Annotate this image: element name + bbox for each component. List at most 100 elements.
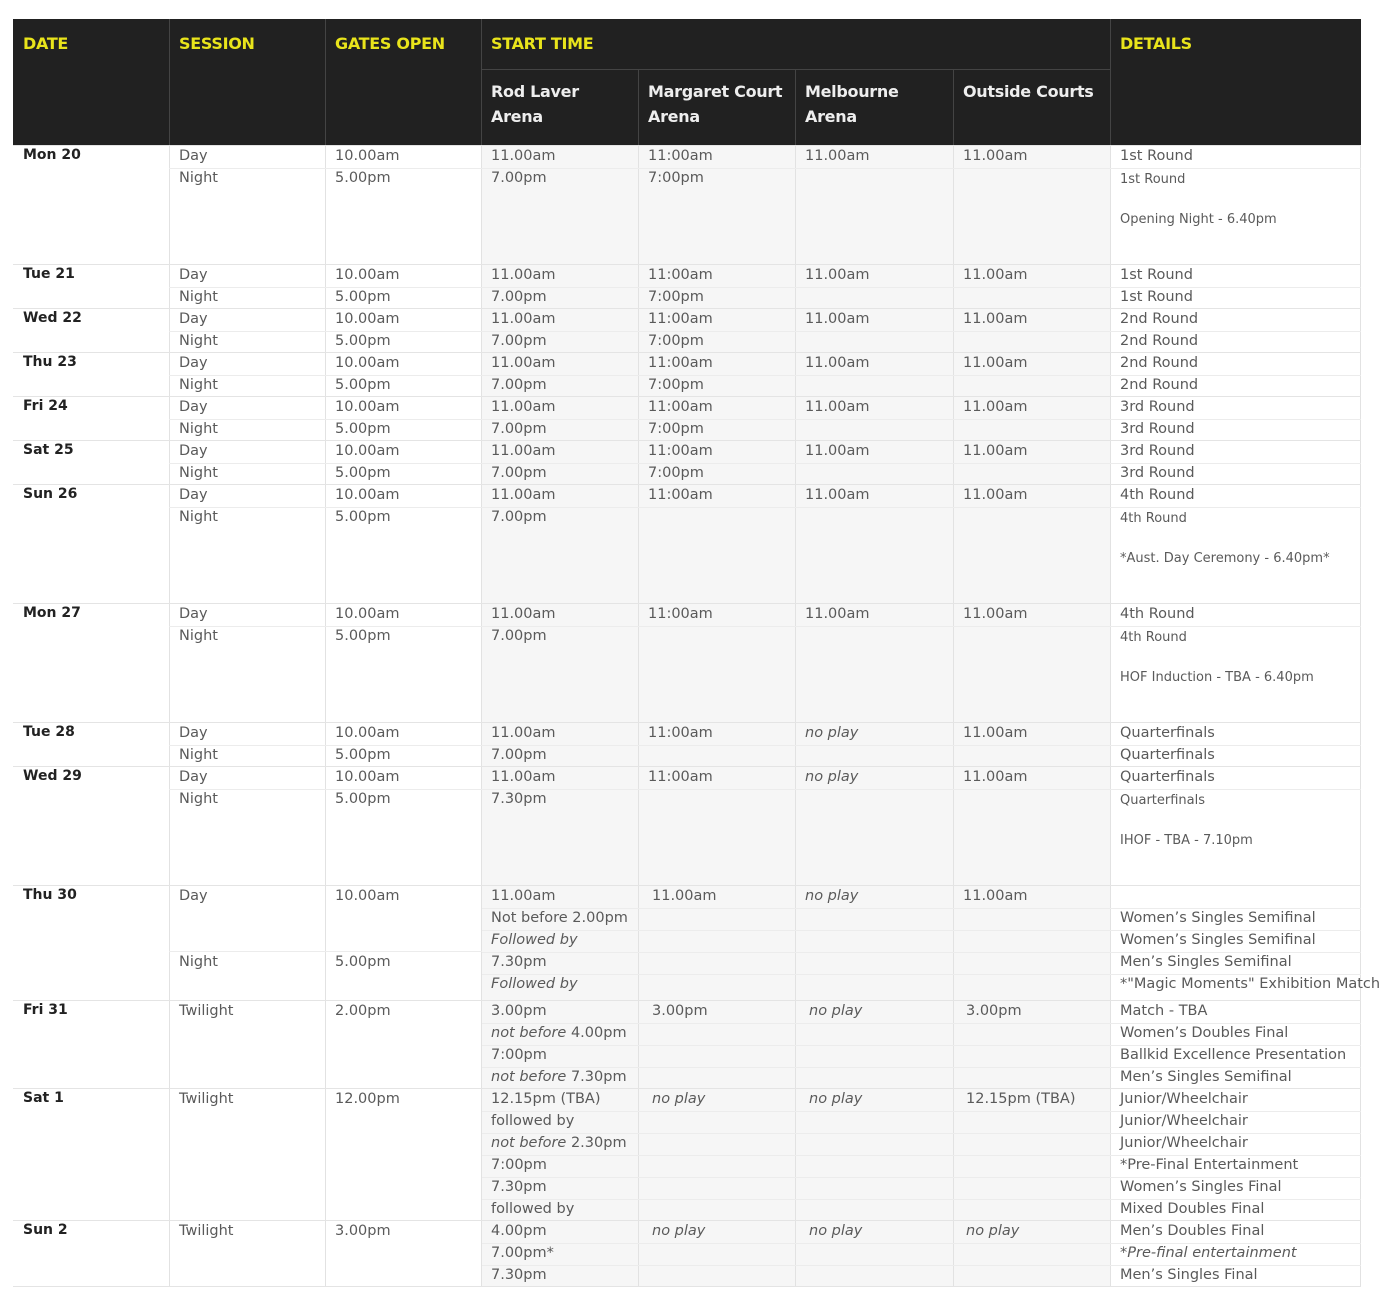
table-row: Tue 21 Day 10.00am 11.00am 11:00am 11.00am 11.… xyxy=(13,264,1361,309)
session-cell: Twilight xyxy=(179,1091,234,1107)
gates-open-cell: 5.00pm xyxy=(335,954,391,970)
date-cell: Sun 2 xyxy=(23,1222,68,1238)
court-rod-laver: Rod Laver Arena xyxy=(491,82,579,126)
table-row: Mon 20 Day 10.00am 11.00am 11:00am 11.00am 11.… xyxy=(13,145,1361,265)
rod-laver-time: 11.00am xyxy=(491,888,556,904)
details-cell: Mixed Doubles Final xyxy=(1120,1201,1265,1217)
session-cell: Night xyxy=(179,377,218,393)
date-cell: Mon 20 xyxy=(23,147,81,163)
rod-laver-time: 11.00am xyxy=(491,267,556,283)
table-row: Fri 24 Day 10.00am 11.00am 11:00am 11.00am 11.… xyxy=(13,396,1361,441)
details-cell: 1st Round xyxy=(1120,148,1193,164)
details-cell: IHOF - TBA - 7.10pm xyxy=(1120,833,1253,848)
details-cell: 2nd Round xyxy=(1120,333,1199,349)
outside-courts-time: 11.00am xyxy=(963,311,1028,327)
margaret-court-time: no play xyxy=(652,1223,706,1239)
session-cell: Day xyxy=(179,443,208,459)
session-cell: Day xyxy=(179,888,208,904)
session-cell: Night xyxy=(179,289,218,305)
details-cell: 3rd Round xyxy=(1120,465,1195,481)
gates-open-cell: 10.00am xyxy=(335,725,400,741)
melbourne-arena-time: 11.00am xyxy=(805,443,870,459)
table-row: Sat 25 Day 10.00am 11.00am 11:00am 11.00am 11.… xyxy=(13,440,1361,485)
rod-laver-time: 7.00pm xyxy=(491,333,547,349)
outside-courts-time: 11.00am xyxy=(963,443,1028,459)
margaret-court-time: 7:00pm xyxy=(648,377,704,393)
melbourne-arena-time: 11.00am xyxy=(805,399,870,415)
gates-open-cell: 10.00am xyxy=(335,443,400,459)
outside-courts-time: 11.00am xyxy=(963,148,1028,164)
session-cell: Day xyxy=(179,399,208,415)
margaret-court-time: no play xyxy=(652,1091,706,1107)
details-cell: Quarterfinals xyxy=(1120,793,1206,808)
session-cell: Day xyxy=(179,311,208,327)
melbourne-arena-time: 11.00am xyxy=(805,355,870,371)
not-before-label: not before xyxy=(491,1069,571,1085)
session-cell: Day xyxy=(179,725,208,741)
date-cell: Wed 29 xyxy=(23,768,82,784)
gates-open-cell: 5.00pm xyxy=(335,377,391,393)
gates-open-cell: 12.00pm xyxy=(335,1091,400,1107)
date-cell: Mon 27 xyxy=(23,605,81,621)
details-cell: 2nd Round xyxy=(1120,311,1199,327)
rod-laver-time: 11.00am xyxy=(491,148,556,164)
date-cell: Sat 25 xyxy=(23,442,74,458)
melbourne-arena-time: no play xyxy=(805,888,859,904)
rod-laver-time: 3.00pm xyxy=(491,1003,547,1019)
header-start-time: START TIME xyxy=(491,34,594,53)
details-cell: Match - TBA xyxy=(1120,1003,1208,1019)
gates-open-cell: 5.00pm xyxy=(335,333,391,349)
margaret-court-time: 11:00am xyxy=(648,606,713,622)
margaret-court-time: 7:00pm xyxy=(648,170,704,186)
melbourne-arena-time: 11.00am xyxy=(805,148,870,164)
details-cell: 2nd Round xyxy=(1120,355,1199,371)
details-cell: 1st Round xyxy=(1120,172,1186,187)
gates-open-cell: 5.00pm xyxy=(335,628,391,644)
rod-laver-time: 12.15pm (TBA) xyxy=(491,1091,601,1107)
court-margaret-court: Margaret Court Arena xyxy=(648,82,783,126)
margaret-court-time: 7:00pm xyxy=(648,465,704,481)
details-cell: 3rd Round xyxy=(1120,443,1195,459)
margaret-court-time: 11:00am xyxy=(648,725,713,741)
details-cell: Quarterfinals xyxy=(1120,747,1215,763)
session-cell: Night xyxy=(179,509,218,525)
rod-laver-time: 7.00pm xyxy=(491,628,547,644)
header-gates-open: GATES OPEN xyxy=(335,34,445,53)
rod-laver-time: 11.00am xyxy=(491,769,556,785)
margaret-court-time: 3.00pm xyxy=(652,1003,708,1019)
rod-laver-time: 11.00am xyxy=(491,487,556,503)
rod-laver-time: 7.30pm xyxy=(491,954,547,970)
table-row: Tue 28 Day 10.00am 11.00am 11:00am no play 11.… xyxy=(13,722,1361,767)
details-cell: 3rd Round xyxy=(1120,421,1195,437)
rod-laver-time: 7.00pm xyxy=(491,289,547,305)
session-cell: Day xyxy=(179,606,208,622)
session-cell: Night xyxy=(179,791,218,807)
rod-laver-time: 7.00pm xyxy=(491,465,547,481)
melbourne-arena-time: 11.00am xyxy=(805,267,870,283)
session-cell: Night xyxy=(179,954,218,970)
date-cell: Tue 21 xyxy=(23,266,75,282)
rod-laver-time: 11.00am xyxy=(491,606,556,622)
outside-courts-time: 11.00am xyxy=(963,399,1028,415)
rod-laver-time: 7.00pm xyxy=(491,509,547,525)
details-cell: *Aust. Day Ceremony - 6.40pm* xyxy=(1120,551,1330,566)
gates-open-cell: 10.00am xyxy=(335,399,400,415)
gates-open-cell: 5.00pm xyxy=(335,421,391,437)
details-cell: 4th Round xyxy=(1120,606,1195,622)
details-cell: Men’s Singles Final xyxy=(1120,1267,1258,1283)
table-row: Mon 27 Day 10.00am 11.00am 11:00am 11.00am 11.… xyxy=(13,603,1361,723)
details-cell: Women’s Singles Semifinal xyxy=(1120,910,1316,926)
gates-open-cell: 10.00am xyxy=(335,148,400,164)
details-cell: Opening Night - 6.40pm xyxy=(1120,212,1277,227)
gates-open-cell: 2.00pm xyxy=(335,1003,391,1019)
session-cell: Day xyxy=(179,148,208,164)
date-cell: Wed 22 xyxy=(23,310,82,326)
details-cell: Junior/Wheelchair xyxy=(1120,1091,1248,1107)
header-session: SESSION xyxy=(179,34,255,53)
details-cell: Women’s Doubles Final xyxy=(1120,1025,1289,1041)
gates-open-cell: 10.00am xyxy=(335,355,400,371)
details-cell: *Pre-final entertainment xyxy=(1120,1245,1297,1261)
rod-laver-time: 7.00pm xyxy=(491,170,547,186)
margaret-court-time: 11:00am xyxy=(648,267,713,283)
margaret-court-time: 11:00am xyxy=(648,399,713,415)
